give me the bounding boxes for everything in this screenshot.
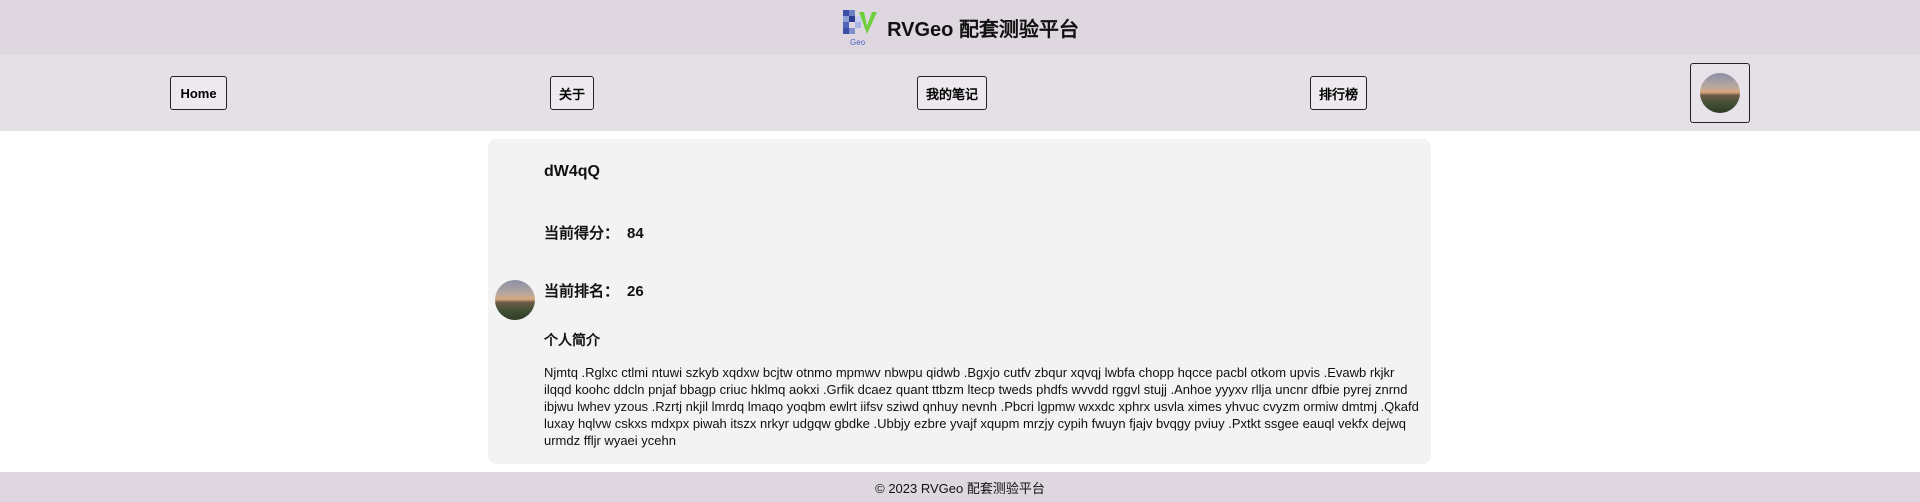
user-avatar-button[interactable]: [1690, 63, 1750, 123]
svg-text:Geo: Geo: [850, 38, 866, 47]
nav-home-button[interactable]: Home: [170, 76, 227, 110]
nav-notes-button[interactable]: 我的笔记: [917, 76, 987, 110]
rank-label: 当前排名：: [544, 283, 620, 300]
profile-avatar: [495, 280, 535, 320]
nav-ranking-button[interactable]: 排行榜: [1310, 76, 1367, 110]
site-header: Geo RVGeo 配套测验平台: [0, 0, 1920, 55]
bio-label: 个人简介: [544, 332, 600, 348]
page-title: RVGeo 配套测验平台: [887, 19, 1079, 41]
rank-row: 当前排名： 26: [544, 280, 644, 301]
rvgeo-logo: Geo: [841, 8, 879, 48]
site-footer: © 2023 RVGeo 配套测验平台: [0, 472, 1920, 502]
profile-card: dW4qQ 当前得分： 84 当前排名： 26 个人简介 Njmtq .Rglxc …: [488, 139, 1431, 464]
bio-text: Njmtq .Rglxc ctlmi ntuwi szkyb xqdxw bcj…: [544, 365, 1419, 448]
copyright-text: © 2023 RVGeo 配套测验平台: [875, 480, 1045, 496]
score-label: 当前得分：: [544, 225, 620, 242]
main-nav: Home 关于 我的笔记 排行榜: [0, 55, 1920, 131]
username: dW4qQ: [544, 163, 600, 180]
score-row: 当前得分： 84: [544, 222, 644, 243]
nav-about-button[interactable]: 关于: [550, 76, 594, 110]
score-value: 84: [627, 225, 644, 242]
rank-value: 26: [627, 283, 644, 300]
avatar: [1700, 73, 1740, 113]
